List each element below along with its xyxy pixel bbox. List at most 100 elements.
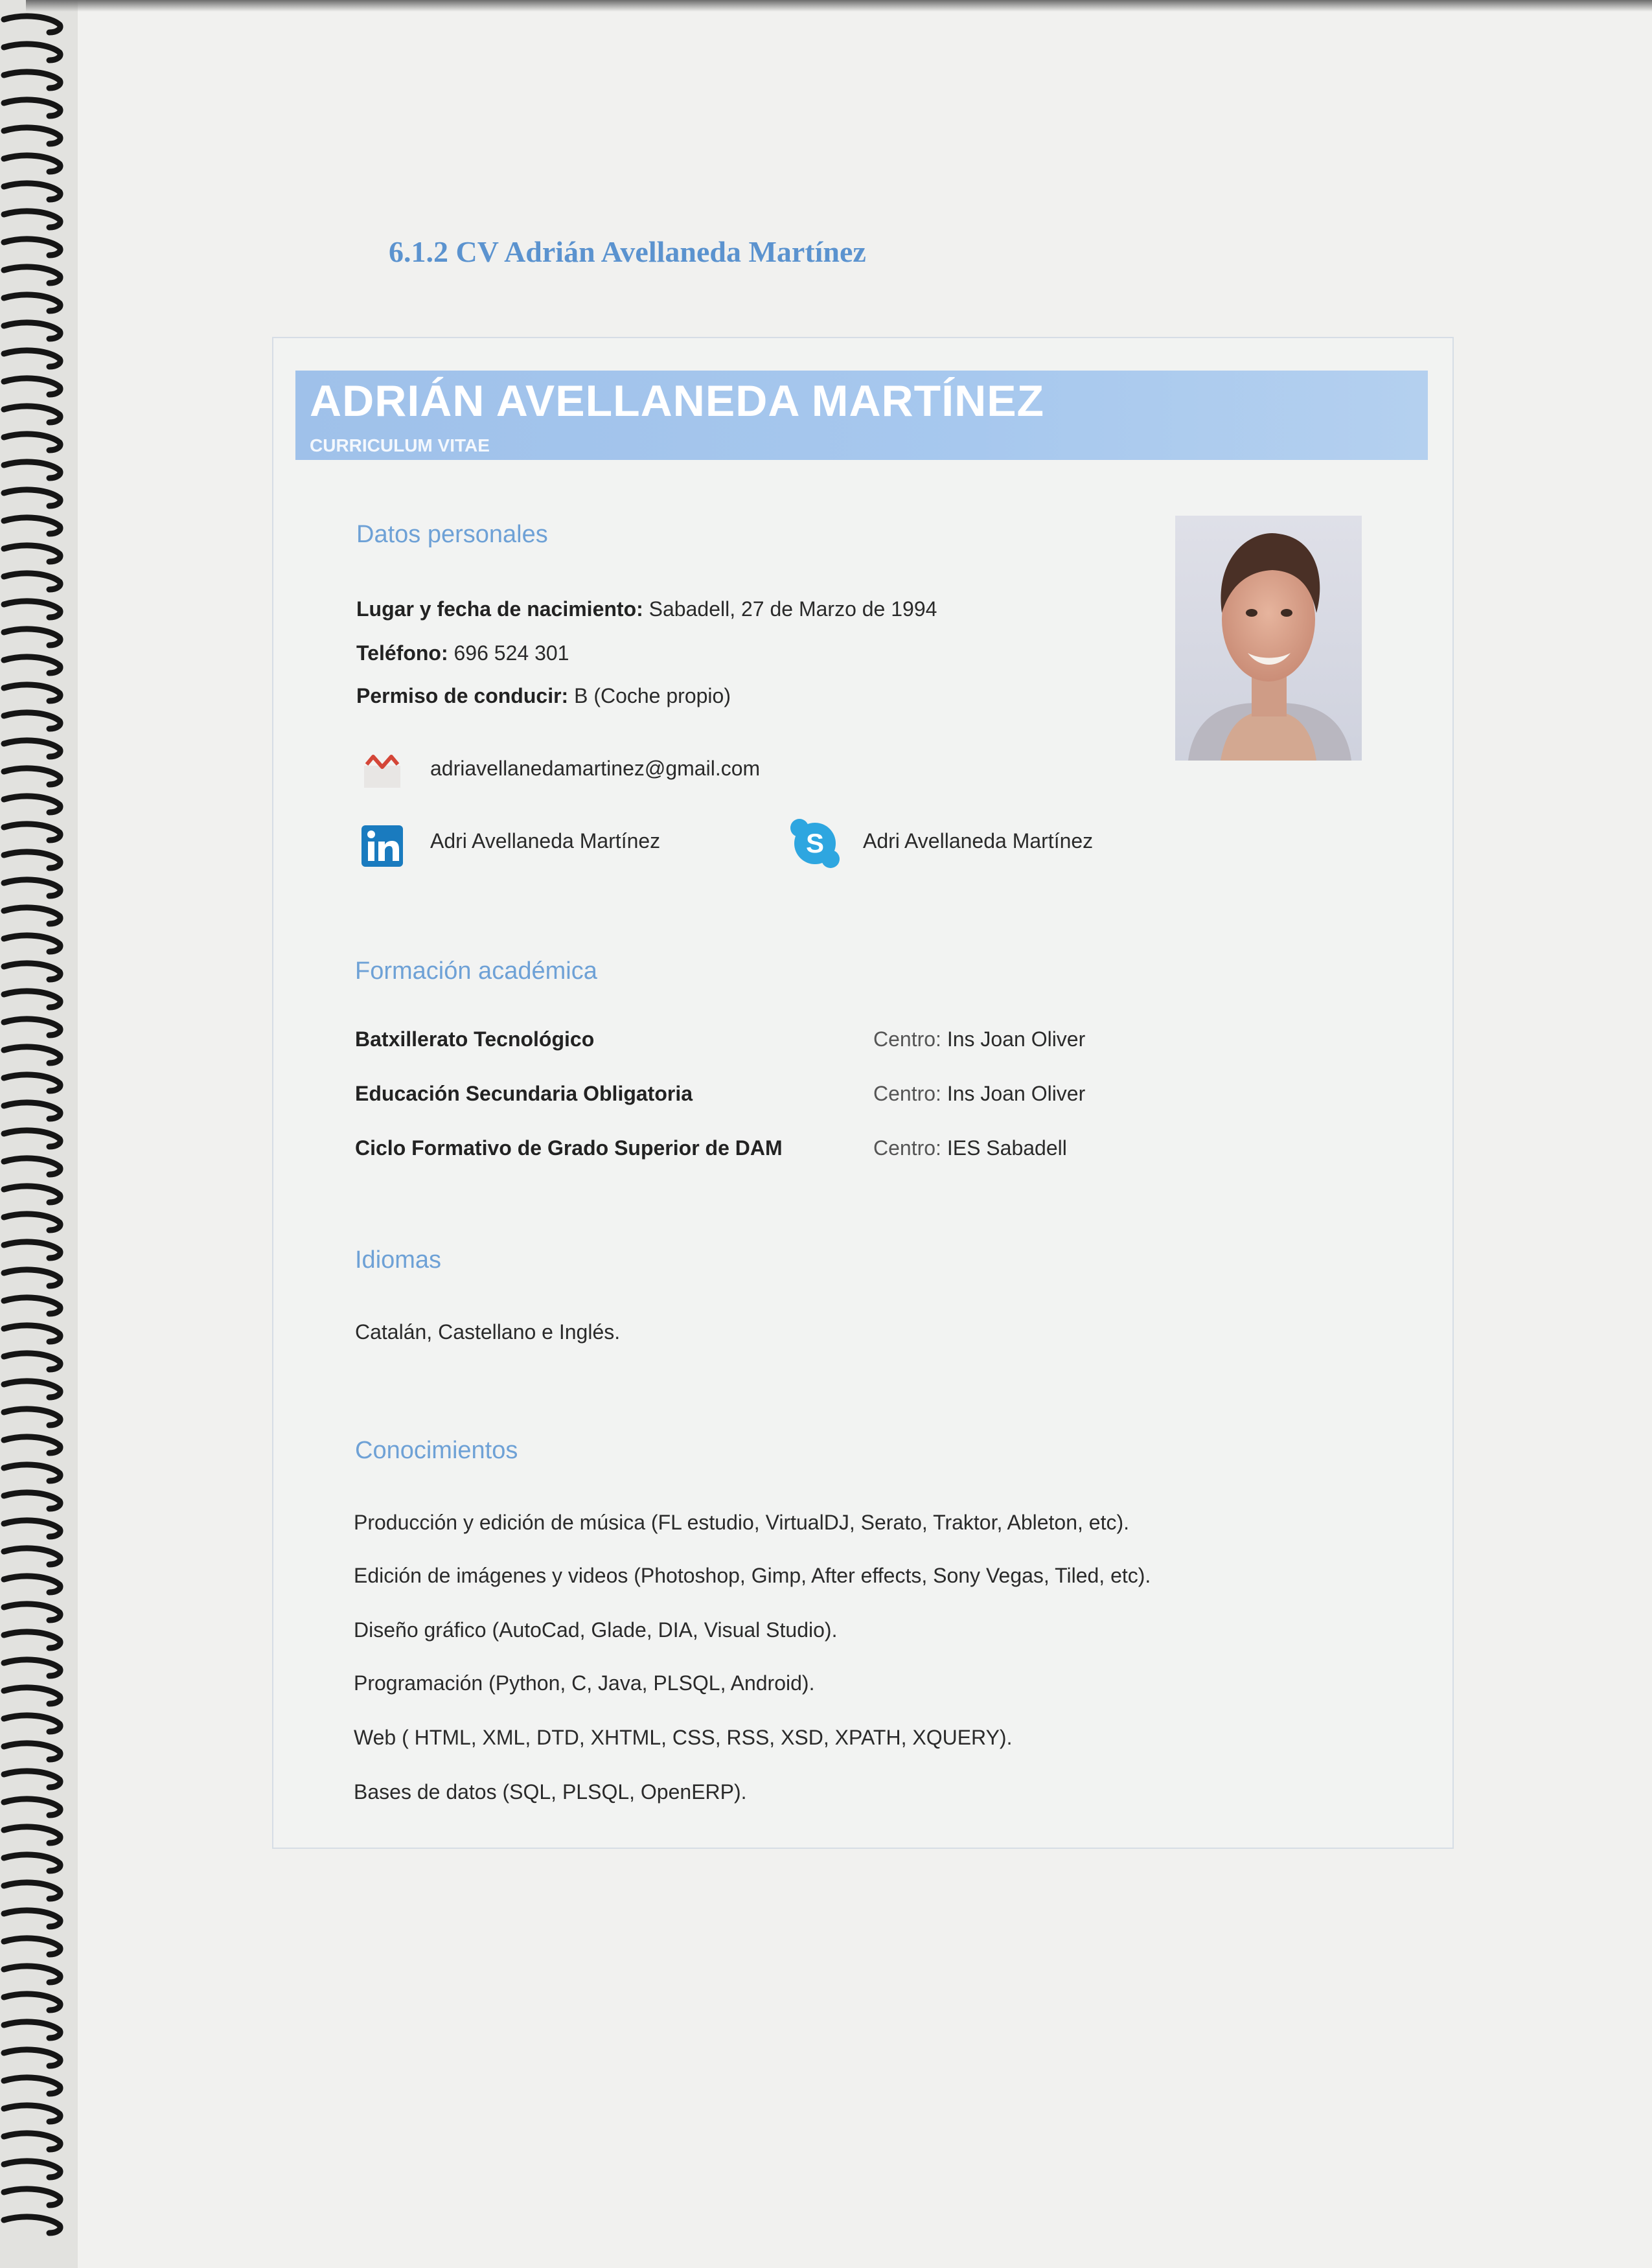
binding-coil: [1, 2186, 63, 2208]
binding-coil: [1, 1016, 63, 1038]
top-shadow: [26, 0, 1652, 12]
binding-coil: [1, 626, 63, 648]
binding-coil: [1, 1907, 63, 1930]
centro-label: Centro:: [873, 1027, 941, 1051]
binding-coil: [1, 264, 63, 286]
binding-coil: [1, 1517, 63, 1540]
license-line: Permiso de conducir: B (Coche propio): [356, 684, 731, 708]
binding-coil: [1, 1378, 63, 1401]
binding-coil: [1, 960, 63, 983]
binding-coil: [1, 2214, 63, 2236]
binding-coil: [1, 821, 63, 843]
cv-header-band: ADRIÁN AVELLANEDA MARTÍNEZ CURRICULUM VI…: [295, 371, 1428, 460]
education-heading: Formación académica: [355, 957, 597, 985]
binding-coil: [1, 1684, 63, 1707]
binding-coil: [1, 1768, 63, 1791]
binding-coil: [1, 2074, 63, 2097]
binding-coil: [1, 1155, 63, 1178]
binding-coil: [1, 236, 63, 258]
binding-coil: [1, 124, 63, 147]
binding-coil: [1, 180, 63, 203]
binding-coil: [1, 765, 63, 788]
binding-coil: [1, 2130, 63, 2153]
binding-coil: [1, 1824, 63, 1846]
binding-coil: [1, 208, 63, 231]
binding-coil: [1, 737, 63, 760]
skill-item: Programación (Python, C, Java, PLSQL, An…: [354, 1671, 815, 1695]
binding-coils: [1, 13, 63, 2236]
binding-coil: [1, 1294, 63, 1317]
binding-coil: [1, 1127, 63, 1150]
email-link[interactable]: adriavellanedamartinez@gmail.com: [430, 757, 760, 781]
binding-coil: [1, 709, 63, 732]
binding-coil: [1, 1935, 63, 1958]
cv-subtitle: CURRICULUM VITAE: [310, 435, 490, 455]
binding-coil: [1, 654, 63, 676]
binding-coil: [1, 1991, 63, 2013]
skill-item: Web ( HTML, XML, DTD, XHTML, CSS, RSS, X…: [354, 1726, 1013, 1749]
phone-label: Teléfono:: [356, 641, 448, 665]
skype-icon[interactable]: S: [789, 818, 841, 873]
binding-coil: [1, 1266, 63, 1289]
binding-coil: [1, 1963, 63, 1986]
portrait-image: [1175, 516, 1362, 761]
skills-heading: Conocimientos: [355, 1437, 518, 1464]
skill-item: Producción y edición de música (FL estud…: [354, 1511, 1130, 1534]
skill-item: Bases de datos (SQL, PLSQL, OpenERP).: [354, 1780, 747, 1804]
binding-coil: [1, 431, 63, 453]
binding-coil: [1, 1211, 63, 1233]
binding-coil: [1, 682, 63, 704]
binding-coil: [1, 1879, 63, 1902]
binding-coil: [1, 2102, 63, 2125]
binding-coil: [1, 1656, 63, 1679]
centro-label: Centro:: [873, 1082, 941, 1105]
binding-coil: [1, 904, 63, 927]
binding-coil: [1, 319, 63, 342]
binding-coil: [1, 1601, 63, 1623]
binding-coil: [1, 570, 63, 593]
binding-coil: [1, 598, 63, 621]
binding-coil: [1, 1712, 63, 1735]
linkedin-icon[interactable]: [360, 824, 404, 871]
binding-coil: [1, 1322, 63, 1345]
skype-link[interactable]: Adri Avellaneda Martínez: [863, 829, 1093, 853]
languages-text: Catalán, Castellano e Inglés.: [355, 1320, 621, 1344]
binding-coil: [1, 97, 63, 119]
binding-coil: [1, 2046, 63, 2069]
binding-coil: [1, 793, 63, 816]
section-heading: 6.1.2 CV Adrián Avellaneda Martínez: [389, 235, 866, 268]
education-item-center: Centro: Ins Joan Oliver: [873, 1027, 1085, 1051]
binding-coil: [1, 2019, 63, 2041]
binding-coil: [1, 1406, 63, 1428]
binding-coil: [1, 1740, 63, 1763]
binding-coil: [1, 1071, 63, 1094]
binding-coil: [1, 1461, 63, 1484]
education-item-center: Centro: IES Sabadell: [873, 1136, 1067, 1160]
centro-label: Centro:: [873, 1136, 941, 1160]
birth-label: Lugar y fecha de nacimiento:: [356, 597, 643, 621]
personal-heading: Datos personales: [356, 521, 548, 548]
binding-coil: [1, 403, 63, 426]
binding-coil: [1, 1044, 63, 1066]
binding-coil: [1, 13, 63, 36]
education-item-center: Centro: Ins Joan Oliver: [873, 1082, 1085, 1106]
binding-coil: [1, 1851, 63, 1874]
binding-coil: [1, 292, 63, 314]
phone-line: Teléfono: 696 524 301: [356, 641, 569, 665]
spiral-binding: [0, 0, 78, 2268]
binding-coil: [1, 41, 63, 63]
license-label: Permiso de conducir:: [356, 684, 569, 707]
languages-heading: Idiomas: [355, 1246, 442, 1274]
license-value: B (Coche propio): [574, 684, 731, 707]
phone-value: 696 524 301: [453, 641, 569, 665]
binding-coil: [1, 1434, 63, 1456]
linkedin-link[interactable]: Adri Avellaneda Martínez: [430, 829, 660, 853]
binding-coil: [1, 514, 63, 537]
education-item-title: Ciclo Formativo de Grado Superior de DAM: [355, 1136, 783, 1160]
binding-coil: [1, 459, 63, 481]
binding-coil: [1, 1573, 63, 1596]
binding-coil: [1, 1545, 63, 1568]
binding-coil: [1, 2158, 63, 2181]
binding-coil: [1, 152, 63, 175]
binding-coil: [1, 542, 63, 565]
